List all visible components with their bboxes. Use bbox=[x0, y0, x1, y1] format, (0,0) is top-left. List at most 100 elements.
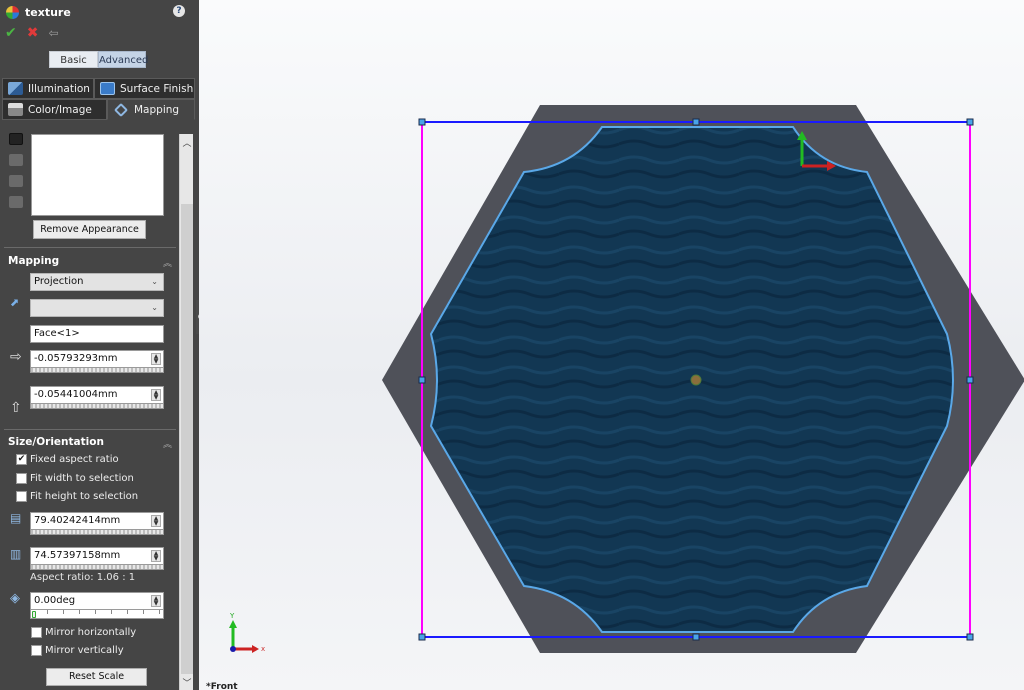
aspect-ratio-label: Aspect ratio: 1.06 : 1 bbox=[30, 572, 136, 583]
remove-appearance-button[interactable]: Remove Appearance bbox=[33, 220, 146, 239]
spinner-icon[interactable]: ▲ ▼ bbox=[151, 515, 161, 527]
model-canvas: Y x bbox=[229, 105, 1024, 653]
height-icon: ▥ bbox=[10, 547, 22, 561]
appearance-icon bbox=[6, 5, 19, 19]
property-manager-panel: texture ? ✔ ✖ ⇦ Basic Advanced Illuminat… bbox=[0, 0, 196, 690]
mirror-vertically-checkbox[interactable]: Mirror vertically bbox=[31, 645, 124, 656]
resize-handle[interactable] bbox=[692, 633, 700, 641]
chevron-down-icon: ⌄ bbox=[151, 303, 158, 312]
tab-label: Mapping bbox=[134, 103, 180, 116]
surface-finish-icon bbox=[100, 82, 115, 95]
checkbox[interactable] bbox=[16, 473, 27, 484]
view-name-label: *Front bbox=[206, 682, 238, 690]
texture-center-handle[interactable] bbox=[690, 374, 702, 386]
resize-handle[interactable] bbox=[418, 118, 426, 126]
scroll-up-icon[interactable]: ︿ bbox=[180, 136, 194, 149]
flat-preview-icon[interactable] bbox=[9, 133, 23, 145]
checkbox-label: Fit height to selection bbox=[30, 491, 139, 502]
mapping-icon bbox=[113, 102, 129, 117]
input-value: 79.40242414mm bbox=[34, 515, 121, 526]
horizontal-offset-input[interactable]: -0.05793293mm ▲ ▼ bbox=[30, 350, 164, 368]
chevron-down-icon: ⌄ bbox=[151, 277, 158, 286]
appearance-tabs: Illumination Surface Finish Color/Image … bbox=[2, 78, 195, 120]
texture-preview bbox=[31, 134, 164, 216]
pin-icon[interactable]: ⇦ bbox=[48, 25, 58, 41]
fit-height-checkbox[interactable]: Fit height to selection bbox=[16, 491, 138, 502]
checkbox-label: Mirror vertically bbox=[45, 645, 124, 656]
tab-color-image[interactable]: Color/Image bbox=[2, 99, 107, 120]
scrollbar-thumb[interactable] bbox=[181, 204, 193, 674]
input-value: -0.05441004mm bbox=[34, 389, 118, 400]
resize-handle[interactable] bbox=[966, 118, 974, 126]
checkbox[interactable] bbox=[16, 491, 27, 502]
input-value: -0.05793293mm bbox=[34, 353, 118, 364]
plate-preview-icon[interactable] bbox=[9, 154, 23, 166]
fixed-aspect-ratio-checkbox[interactable]: ✔ Fixed aspect ratio bbox=[16, 454, 119, 465]
help-icon[interactable]: ? bbox=[173, 5, 185, 17]
rotation-icon: ◈ bbox=[10, 591, 20, 606]
resize-handle[interactable] bbox=[692, 118, 700, 126]
width-input[interactable]: 79.40242414mm ▲ ▼ bbox=[30, 512, 164, 530]
size-orientation-section-title: Size/Orientation bbox=[8, 436, 104, 448]
horizontal-arrow-icon: ⇨ bbox=[10, 349, 22, 365]
mirror-horizontally-checkbox[interactable]: Mirror horizontally bbox=[31, 627, 136, 638]
tab-illumination[interactable]: Illumination bbox=[2, 78, 94, 99]
width-slider[interactable] bbox=[30, 530, 164, 535]
triad-x-label: x bbox=[261, 645, 265, 653]
advanced-mode-button[interactable]: Advanced bbox=[98, 51, 148, 68]
checkbox[interactable] bbox=[31, 627, 42, 638]
input-value: 74.57397158mm bbox=[34, 550, 121, 561]
dropdown-value: Projection bbox=[34, 276, 84, 287]
scroll-down-icon[interactable]: ﹀ bbox=[180, 676, 194, 689]
direction-dropdown[interactable]: ⌄ bbox=[30, 299, 164, 317]
resize-handle[interactable] bbox=[418, 376, 426, 384]
vertical-arrow-icon: ⇧ bbox=[10, 400, 22, 416]
reset-scale-button[interactable]: Reset Scale bbox=[46, 668, 147, 686]
panel-title: texture bbox=[25, 5, 71, 19]
rotation-slider-thumb[interactable] bbox=[32, 611, 36, 618]
preview-shape-selector bbox=[9, 133, 27, 217]
resize-handle[interactable] bbox=[418, 633, 426, 641]
height-slider[interactable] bbox=[30, 565, 164, 570]
ok-button[interactable]: ✔ bbox=[5, 25, 17, 41]
mode-toggle: Basic Advanced bbox=[49, 51, 148, 68]
cube-preview-icon[interactable] bbox=[9, 175, 23, 187]
tab-label: Surface Finish bbox=[120, 82, 194, 95]
mapping-section-title: Mapping bbox=[8, 255, 60, 267]
spinner-icon[interactable]: ▲ ▼ bbox=[151, 595, 161, 607]
basic-mode-button[interactable]: Basic bbox=[49, 51, 98, 68]
resize-handle[interactable] bbox=[966, 376, 974, 384]
tab-label: Illumination bbox=[28, 82, 90, 95]
divider bbox=[4, 429, 176, 430]
rotation-slider[interactable] bbox=[30, 610, 164, 619]
width-icon: ▤ bbox=[10, 511, 22, 525]
vertical-offset-input[interactable]: -0.05441004mm ▲ ▼ bbox=[30, 386, 164, 404]
spinner-icon[interactable]: ▲ ▼ bbox=[151, 550, 161, 562]
checkbox-label: Fit width to selection bbox=[30, 473, 134, 484]
panel-scrollbar[interactable]: ︿ ﹀ bbox=[179, 134, 193, 690]
graphics-viewport[interactable]: Y x *Front bbox=[199, 0, 1024, 690]
spinner-icon[interactable]: ▲ ▼ bbox=[151, 353, 161, 365]
resize-handle[interactable] bbox=[966, 633, 974, 641]
checkbox-checked[interactable]: ✔ bbox=[16, 454, 27, 465]
height-input[interactable]: 74.57397158mm ▲ ▼ bbox=[30, 547, 164, 565]
color-image-icon bbox=[8, 103, 23, 116]
face-selection-field[interactable]: Face<1> bbox=[30, 325, 164, 343]
tab-surface-finish[interactable]: Surface Finish bbox=[94, 78, 195, 99]
collapse-mapping-icon[interactable]: ︽ bbox=[163, 256, 172, 269]
fit-width-checkbox[interactable]: Fit width to selection bbox=[16, 473, 134, 484]
vertical-offset-slider[interactable] bbox=[30, 404, 164, 409]
spinner-icon[interactable]: ▲ ▼ bbox=[151, 389, 161, 401]
collapse-size-icon[interactable]: ︽ bbox=[163, 437, 172, 450]
tab-label: Color/Image bbox=[28, 103, 92, 116]
rotation-input[interactable]: 0.00deg ▲ ▼ bbox=[30, 592, 164, 610]
cylinder-preview-icon[interactable] bbox=[9, 196, 23, 208]
horizontal-offset-slider[interactable] bbox=[30, 368, 164, 373]
action-buttons: ✔ ✖ ⇦ bbox=[5, 25, 59, 41]
view-orientation-triad bbox=[229, 620, 259, 653]
divider bbox=[4, 247, 176, 248]
checkbox[interactable] bbox=[31, 645, 42, 656]
mapping-type-dropdown[interactable]: Projection ⌄ bbox=[30, 273, 164, 291]
cancel-button[interactable]: ✖ bbox=[27, 25, 39, 41]
tab-mapping[interactable]: Mapping bbox=[107, 99, 195, 120]
